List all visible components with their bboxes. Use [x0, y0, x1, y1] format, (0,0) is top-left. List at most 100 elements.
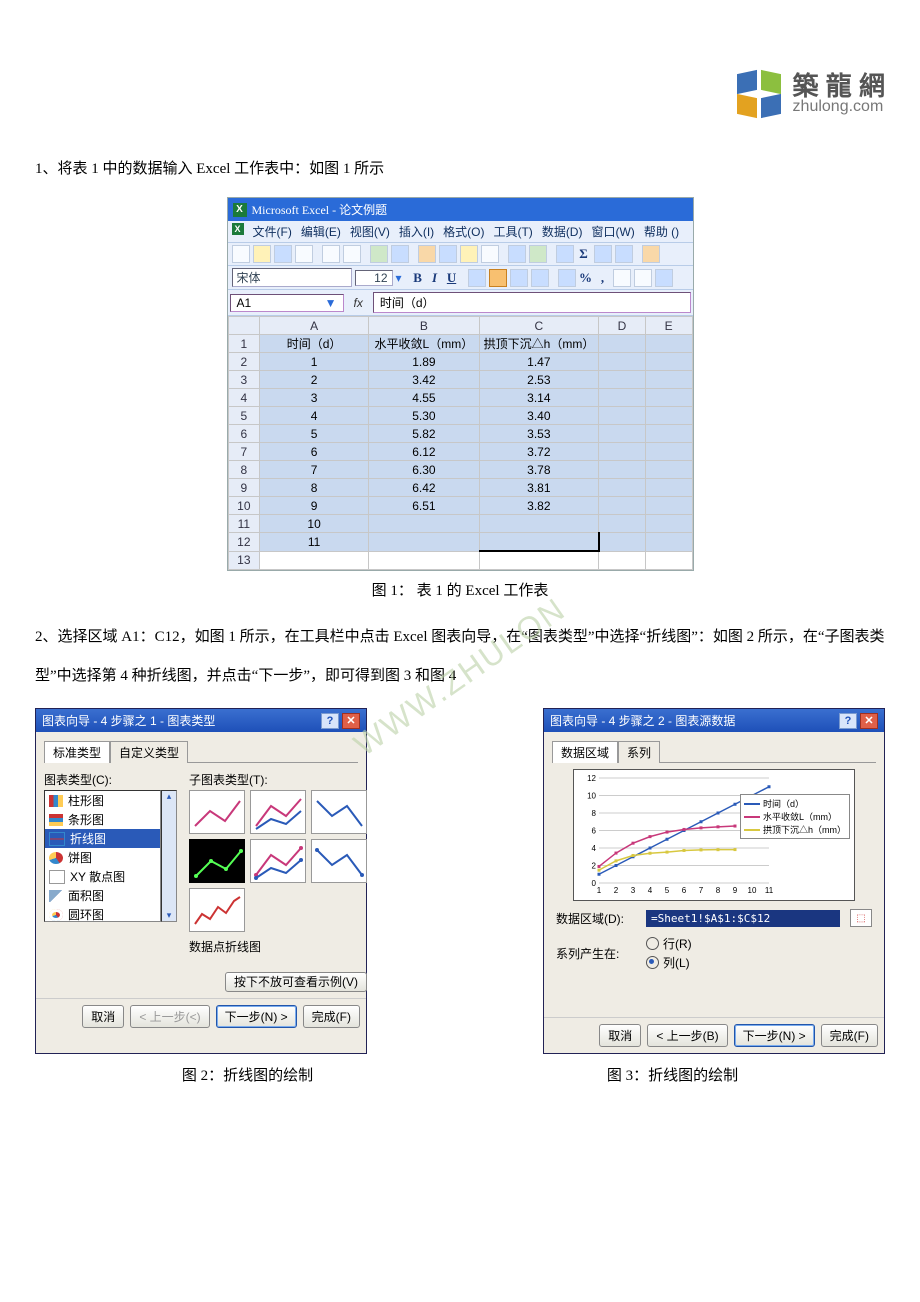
indent-icon[interactable]: [655, 269, 673, 287]
next-button[interactable]: 下一步(N) >: [734, 1024, 815, 1047]
tab-custom[interactable]: 自定义类型: [110, 741, 188, 763]
menu-view[interactable]: 视图(V): [350, 223, 390, 240]
subtype-6[interactable]: [311, 839, 367, 883]
menu-format[interactable]: 格式(O): [443, 223, 484, 240]
next-button[interactable]: 下一步(N) >: [216, 1005, 297, 1028]
open-icon[interactable]: [253, 245, 271, 263]
menu-edit[interactable]: 编辑(E): [301, 223, 341, 240]
figure2-caption: 图 2：折线图的绘制: [182, 1064, 313, 1085]
cell[interactable]: 水平收敛L（mm）: [369, 335, 480, 353]
subtype-grid[interactable]: [189, 790, 367, 932]
hyperlink-icon[interactable]: [556, 245, 574, 263]
collapse-dialog-icon[interactable]: ⬚: [850, 909, 872, 927]
fontsize-combobox[interactable]: 12: [355, 270, 393, 286]
excel-formula-bar: A1▼ fx 时间（d）: [228, 290, 693, 316]
comma-icon[interactable]: ,: [596, 270, 610, 286]
subtype-1[interactable]: [189, 790, 245, 834]
redo-icon[interactable]: [529, 245, 547, 263]
col-header-c[interactable]: C: [479, 317, 598, 335]
subtype-5[interactable]: [250, 839, 306, 883]
inc-decimal-icon[interactable]: [613, 269, 631, 287]
menu-file[interactable]: 文件(F): [253, 223, 292, 240]
subtype-2[interactable]: [250, 790, 306, 834]
name-box[interactable]: A1▼: [230, 294, 344, 312]
help-icon[interactable]: ?: [321, 713, 339, 729]
research-icon[interactable]: [391, 245, 409, 263]
close-icon[interactable]: ✕: [342, 713, 360, 729]
bold-icon[interactable]: B: [411, 270, 425, 286]
subtype-7[interactable]: [189, 888, 245, 932]
menu-window[interactable]: 窗口(W): [591, 223, 634, 240]
menu-help[interactable]: 帮助 (): [644, 223, 679, 240]
sample-button[interactable]: 按下不放可查看示例(V): [225, 972, 367, 992]
cut-icon[interactable]: [418, 245, 436, 263]
col-header-a[interactable]: A: [260, 317, 369, 335]
perm-icon[interactable]: [295, 245, 313, 263]
paste-icon[interactable]: [460, 245, 478, 263]
chart-wizard-icon[interactable]: [642, 245, 660, 263]
help-icon[interactable]: ?: [839, 713, 857, 729]
new-icon[interactable]: [232, 245, 250, 263]
radio-cols[interactable]: 列(L): [646, 954, 692, 971]
percent-icon[interactable]: %: [579, 270, 593, 286]
dropdown-icon[interactable]: ▾: [396, 271, 402, 285]
svg-text:1: 1: [597, 886, 602, 895]
copy-icon[interactable]: [439, 245, 457, 263]
chart-type-listbox[interactable]: 柱形图 条形图 折线图 饼图 XY 散点图 面积图 圆环图 雷达图 曲面图: [44, 790, 161, 922]
spell-icon[interactable]: [370, 245, 388, 263]
undo-icon[interactable]: [508, 245, 526, 263]
radio-rows[interactable]: 行(R): [646, 935, 692, 952]
finish-button[interactable]: 完成(F): [821, 1024, 878, 1047]
underline-icon[interactable]: U: [445, 270, 459, 286]
sort-desc-icon[interactable]: [615, 245, 633, 263]
cancel-button[interactable]: 取消: [82, 1005, 124, 1028]
subtype-3[interactable]: [311, 790, 367, 834]
svg-text:9: 9: [733, 886, 738, 895]
svg-text:7: 7: [699, 886, 704, 895]
dialog1-buttons: 取消 < 上一步(<) 下一步(N) > 完成(F): [36, 998, 366, 1034]
subtype-4-selected[interactable]: [189, 839, 245, 883]
col-header-d[interactable]: D: [599, 317, 646, 335]
excel-sheet: A B C D E 1 时间（d） 水平收敛L（mm） 拱顶下沉△h（mm） 2…: [228, 316, 693, 570]
align-left-icon[interactable]: [468, 269, 486, 287]
cell[interactable]: 拱顶下沉△h（mm）: [479, 335, 598, 353]
paragraph-1: 1、将表 1 中的数据输入 Excel 工作表中：如图 1 所示: [35, 150, 885, 189]
close-icon[interactable]: ✕: [860, 713, 878, 729]
col-header-b[interactable]: B: [369, 317, 480, 335]
dec-decimal-icon[interactable]: [634, 269, 652, 287]
save-icon[interactable]: [274, 245, 292, 263]
tab-series[interactable]: 系列: [618, 741, 660, 763]
currency-icon[interactable]: [558, 269, 576, 287]
sort-asc-icon[interactable]: [594, 245, 612, 263]
fx-icon[interactable]: fx: [346, 296, 371, 310]
row-header[interactable]: 1: [228, 335, 260, 353]
logo-mark: [735, 70, 783, 118]
dialog2-title: 图表向导 - 4 步骤之 2 - 图表源数据: [550, 712, 735, 729]
formula-input[interactable]: 时间（d）: [373, 292, 691, 313]
series-in-label: 系列产生在:: [556, 945, 636, 962]
format-painter-icon[interactable]: [481, 245, 499, 263]
preview-icon[interactable]: [343, 245, 361, 263]
cell[interactable]: 时间（d）: [260, 335, 369, 353]
col-header-e[interactable]: E: [645, 317, 692, 335]
tab-data-range[interactable]: 数据区域: [552, 741, 618, 763]
finish-button[interactable]: 完成(F): [303, 1005, 360, 1028]
scrollbar[interactable]: ▴▾: [161, 790, 177, 922]
print-icon[interactable]: [322, 245, 340, 263]
data-range-field[interactable]: =Sheet1!$A$1:$C$12: [646, 910, 840, 927]
select-all-corner[interactable]: [228, 317, 260, 335]
italic-icon[interactable]: I: [428, 270, 442, 286]
menu-insert[interactable]: 插入(I): [399, 223, 434, 240]
tab-standard[interactable]: 标准类型: [44, 741, 110, 763]
chart-wizard-step1-dialog: 图表向导 - 4 步骤之 1 - 图表类型 ?✕ 标准类型 自定义类型 图表类型…: [35, 708, 367, 1054]
merge-icon[interactable]: [531, 269, 549, 287]
back-button[interactable]: < 上一步(B): [647, 1024, 727, 1047]
cancel-button[interactable]: 取消: [599, 1024, 641, 1047]
align-right-icon[interactable]: [510, 269, 528, 287]
menu-tools[interactable]: 工具(T): [493, 223, 532, 240]
align-center-icon[interactable]: [489, 269, 507, 287]
font-combobox[interactable]: 宋体: [232, 268, 352, 287]
autosum-icon[interactable]: Σ: [577, 246, 591, 262]
menu-data[interactable]: 数据(D): [542, 223, 583, 240]
chart-legend: 时间（d） 水平收敛L（mm） 拱顶下沉△h（mm）: [740, 794, 850, 839]
